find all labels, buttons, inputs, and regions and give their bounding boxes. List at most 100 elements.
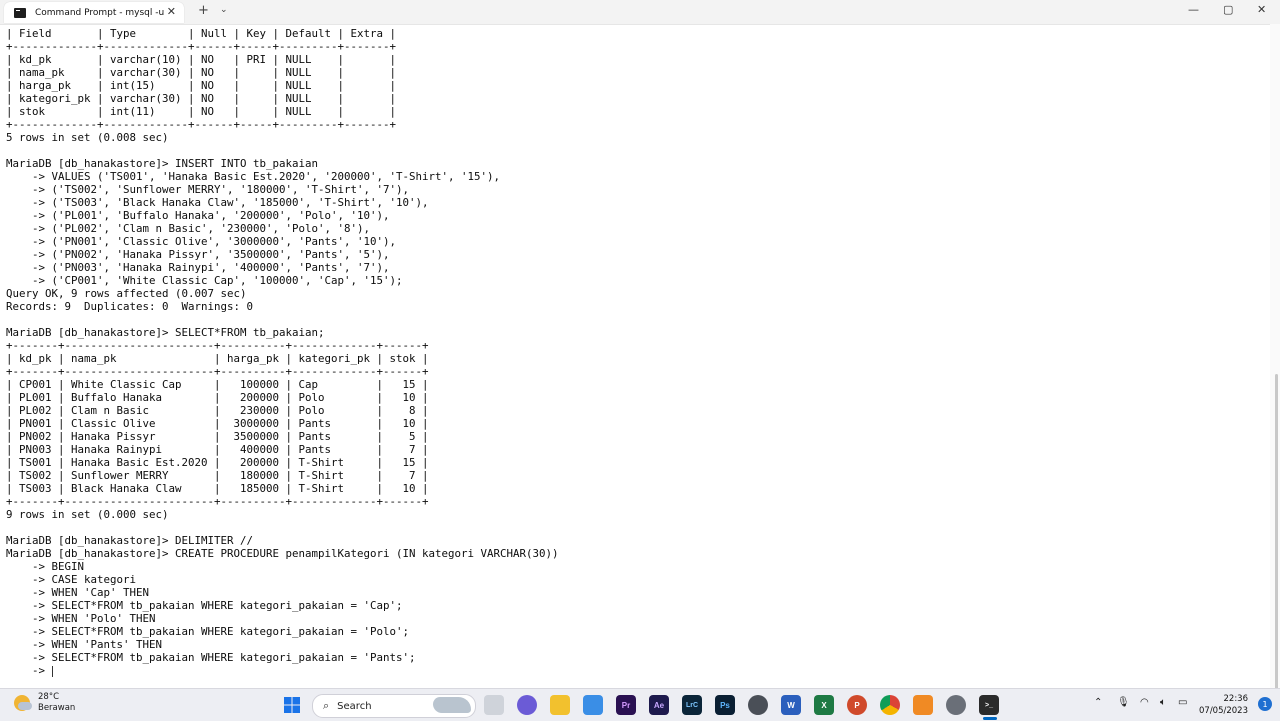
file-explorer-icon[interactable] bbox=[550, 695, 570, 715]
photoshop-icon[interactable]: Ps bbox=[715, 695, 735, 715]
terminal-line: | TS003 | Black Hanaka Claw | 185000 | T… bbox=[6, 482, 429, 495]
terminal-line: -> ('PN001', 'Classic Olive', '3000000',… bbox=[6, 235, 397, 248]
terminal-line: | stok | int(11) | NO | | NULL | | bbox=[6, 105, 397, 118]
terminal-line: -> ('PN003', 'Hanaka Rainypi', '400000',… bbox=[6, 261, 390, 274]
terminal-line: -> ('TS003', 'Black Hanaka Claw', '18500… bbox=[6, 196, 429, 209]
prompt-text: -> bbox=[6, 664, 52, 677]
app-icon[interactable] bbox=[748, 695, 768, 715]
close-button[interactable]: ✕ bbox=[1257, 3, 1266, 16]
terminal-line: +-------------+-------------+------+----… bbox=[6, 118, 397, 131]
tab-title: Command Prompt - mysql -u bbox=[35, 7, 165, 18]
terminal-line: -> SELECT*FROM tb_pakaian WHERE kategori… bbox=[6, 651, 416, 664]
terminal-line: 9 rows in set (0.000 sec) bbox=[6, 508, 169, 521]
terminal-line: MariaDB [db_hanakastore]> SELECT*FROM tb… bbox=[6, 326, 325, 339]
search-highlight-icon bbox=[433, 697, 471, 713]
command-prompt-icon bbox=[14, 7, 26, 18]
chrome-icon[interactable] bbox=[880, 695, 900, 715]
terminal-line: -> ('PL002', 'Clam n Basic', '230000', '… bbox=[6, 222, 371, 235]
chevron-up-icon[interactable]: ⌃ bbox=[1094, 697, 1102, 708]
terminal-line: | kd_pk | nama_pk | harga_pk | kategori_… bbox=[6, 352, 429, 365]
search-icon: ⌕ bbox=[323, 699, 330, 712]
terminal-icon[interactable]: >_ bbox=[979, 695, 999, 715]
terminal-line: MariaDB [db_hanakastore]> CREATE PROCEDU… bbox=[6, 547, 559, 560]
weather-condition: Berawan bbox=[38, 703, 76, 713]
store-icon[interactable] bbox=[583, 695, 603, 715]
terminal-line: -> VALUES ('TS001', 'Hanaka Basic Est.20… bbox=[6, 170, 501, 183]
terminal-line: | Field | Type | Null | Key | Default | … bbox=[6, 27, 397, 40]
settings-icon[interactable] bbox=[946, 695, 966, 715]
terminal-line: -> SELECT*FROM tb_pakaian WHERE kategori… bbox=[6, 599, 403, 612]
terminal-line: -> BEGIN bbox=[6, 560, 85, 573]
terminal-line: | PL002 | Clam n Basic | 230000 | Polo |… bbox=[6, 404, 429, 417]
terminal-line: -> SELECT*FROM tb_pakaian WHERE kategori… bbox=[6, 625, 410, 638]
terminal-line: -> CASE kategori bbox=[6, 573, 137, 586]
terminal-output[interactable]: | Field | Type | Null | Key | Default | … bbox=[6, 27, 1266, 683]
terminal-line: -> ('CP001', 'White Classic Cap', '10000… bbox=[6, 274, 403, 287]
tab-close-icon[interactable]: ✕ bbox=[167, 5, 176, 18]
terminal-line: | TS001 | Hanaka Basic Est.2020 | 200000… bbox=[6, 456, 429, 469]
maximize-button[interactable]: ▢ bbox=[1223, 3, 1233, 16]
new-tab-button[interactable]: + bbox=[198, 3, 209, 18]
terminal-line: | PN002 | Hanaka Pissyr | 3500000 | Pant… bbox=[6, 430, 429, 443]
weather-widget[interactable]: 28°C Berawan bbox=[14, 692, 75, 714]
title-bar: Command Prompt - mysql -u ✕ + ⌄ — ▢ ✕ bbox=[0, 0, 1280, 25]
notification-badge[interactable]: 1 bbox=[1258, 697, 1272, 711]
weather-cloudy-icon bbox=[14, 695, 32, 711]
task-view-icon[interactable] bbox=[484, 695, 504, 715]
text-cursor bbox=[51, 665, 53, 677]
scrollbar[interactable] bbox=[1270, 24, 1280, 704]
terminal-line: -> WHEN 'Pants' THEN bbox=[6, 638, 163, 651]
after-effects-icon[interactable]: Ae bbox=[649, 695, 669, 715]
terminal-line: +-------+-----------------------+-------… bbox=[6, 365, 429, 378]
terminal-line: Records: 9 Duplicates: 0 Warnings: 0 bbox=[6, 300, 254, 313]
start-icon[interactable] bbox=[282, 695, 302, 715]
powerpoint-icon[interactable]: P bbox=[847, 695, 867, 715]
terminal-line: +-------+-----------------------+-------… bbox=[6, 495, 429, 508]
terminal-line: MariaDB [db_hanakastore]> DELIMITER // bbox=[6, 534, 254, 547]
premiere-icon[interactable]: Pr bbox=[616, 695, 636, 715]
terminal-line: -> ('PN002', 'Hanaka Pissyr', '3500000',… bbox=[6, 248, 390, 261]
terminal-tab[interactable]: Command Prompt - mysql -u ✕ bbox=[4, 2, 184, 23]
search-label: Search bbox=[337, 700, 372, 712]
terminal-line: | harga_pk | int(15) | NO | | NULL | | bbox=[6, 79, 397, 92]
minimize-button[interactable]: — bbox=[1188, 3, 1199, 16]
terminal-line: | TS002 | Sunflower MERRY | 180000 | T-S… bbox=[6, 469, 429, 482]
terminal-line: | kategori_pk | varchar(30) | NO | | NUL… bbox=[6, 92, 397, 105]
time: 22:36 bbox=[1223, 694, 1249, 704]
wifi-icon[interactable]: ◠ bbox=[1140, 697, 1149, 708]
terminal-line: -> ('TS002', 'Sunflower MERRY', '180000'… bbox=[6, 183, 410, 196]
terminal-line: -> ('PL001', 'Buffalo Hanaka', '200000',… bbox=[6, 209, 390, 222]
terminal-line: +-------------+-------------+------+----… bbox=[6, 40, 397, 53]
terminal-line: +-------+-----------------------+-------… bbox=[6, 339, 429, 352]
terminal-line: Query OK, 9 rows affected (0.007 sec) bbox=[6, 287, 247, 300]
meet-icon[interactable] bbox=[517, 695, 537, 715]
lightroom-icon[interactable]: LrC bbox=[682, 695, 702, 715]
tab-dropdown-button[interactable]: ⌄ bbox=[220, 5, 228, 15]
battery-icon[interactable]: ▭ bbox=[1178, 697, 1187, 708]
volume-icon[interactable]: 🔈︎ bbox=[1160, 697, 1166, 708]
terminal-line: | kd_pk | varchar(10) | NO | PRI | NULL … bbox=[6, 53, 397, 66]
temperature: 28°C bbox=[38, 692, 60, 702]
taskbar-search[interactable]: ⌕ Search bbox=[312, 694, 476, 718]
microphone-icon[interactable]: 🎙︎ bbox=[1117, 697, 1130, 708]
terminal-line: MariaDB [db_hanakastore]> INSERT INTO tb… bbox=[6, 157, 319, 170]
terminal-line: -> WHEN 'Polo' THEN bbox=[6, 612, 156, 625]
word-icon[interactable]: W bbox=[781, 695, 801, 715]
terminal-line: | CP001 | White Classic Cap | 100000 | C… bbox=[6, 378, 429, 391]
terminal-line: 5 rows in set (0.008 sec) bbox=[6, 131, 169, 144]
terminal-line: | PN001 | Classic Olive | 3000000 | Pant… bbox=[6, 417, 429, 430]
terminal-line: -> WHEN 'Cap' THEN bbox=[6, 586, 150, 599]
terminal-line: | nama_pk | varchar(30) | NO | | NULL | … bbox=[6, 66, 397, 79]
terminal-prompt-line[interactable]: -> bbox=[6, 664, 1266, 677]
terminal-line: | PN003 | Hanaka Rainypi | 400000 | Pant… bbox=[6, 443, 429, 456]
scrollbar-thumb[interactable] bbox=[1275, 374, 1278, 704]
terminal-line: | PL001 | Buffalo Hanaka | 200000 | Polo… bbox=[6, 391, 429, 404]
excel-icon[interactable]: X bbox=[814, 695, 834, 715]
xampp-icon[interactable] bbox=[913, 695, 933, 715]
taskbar: 28°C Berawan ⌕ Search Pr Ae LrC Ps W X P… bbox=[0, 688, 1280, 721]
clock[interactable]: 22:36 07/05/2023 bbox=[1199, 693, 1248, 717]
date: 07/05/2023 bbox=[1199, 706, 1248, 716]
